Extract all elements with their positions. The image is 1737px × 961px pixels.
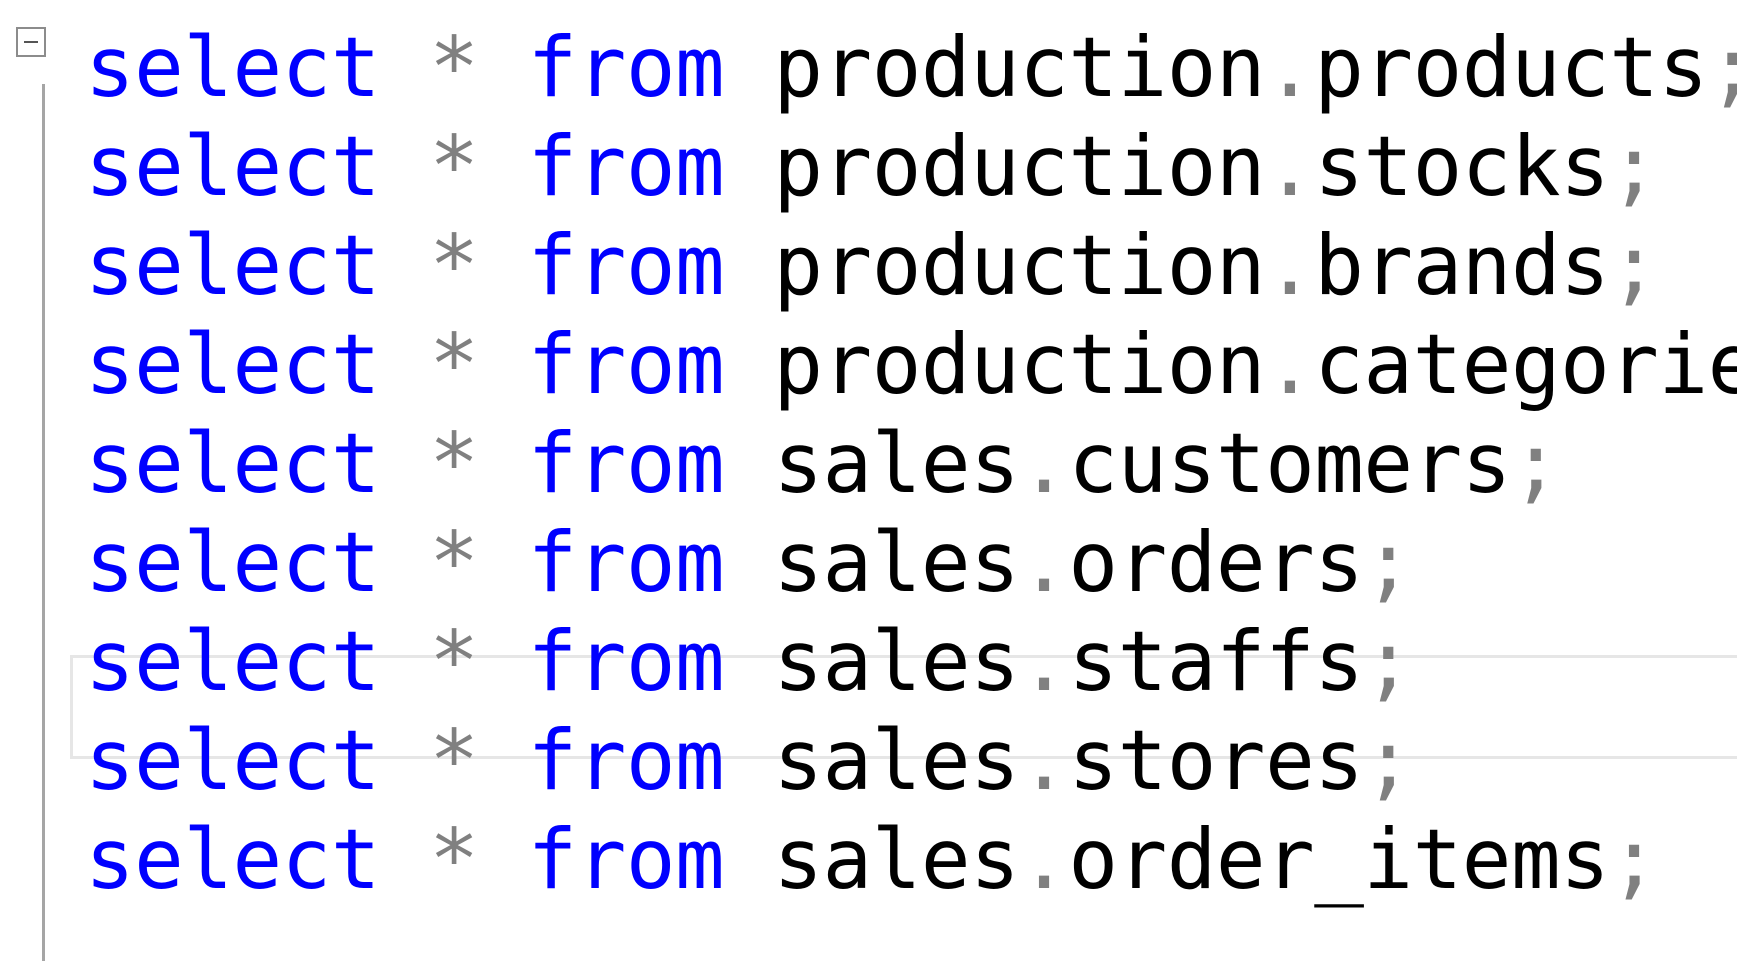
- sql-code-editor[interactable]: select * from production.products;select…: [0, 0, 1737, 961]
- code-line[interactable]: select * from sales.customers;: [85, 409, 1561, 519]
- table-name: sales.stores: [773, 713, 1364, 809]
- code-line[interactable]: select * from sales.stores;: [85, 706, 1413, 816]
- statement-terminator: ;: [1363, 713, 1413, 809]
- code-line[interactable]: select * from production.categories;: [85, 310, 1737, 420]
- outline-gutter-line: [42, 84, 45, 961]
- statement-terminator: ;: [1363, 614, 1413, 710]
- star-operator: *: [429, 614, 479, 710]
- select-keyword: select: [85, 218, 381, 314]
- code-line[interactable]: select * from production.stocks;: [85, 112, 1659, 222]
- statement-terminator: ;: [1708, 20, 1737, 116]
- select-keyword: select: [85, 317, 381, 413]
- star-operator: *: [429, 317, 479, 413]
- code-line[interactable]: select * from production.products;: [85, 13, 1737, 123]
- select-keyword: select: [85, 119, 381, 215]
- statement-terminator: ;: [1363, 515, 1413, 611]
- from-keyword: from: [527, 713, 725, 809]
- star-operator: *: [429, 119, 479, 215]
- star-operator: *: [429, 515, 479, 611]
- table-name: production.stocks: [773, 119, 1610, 215]
- code-line[interactable]: select * from sales.order_items;: [85, 805, 1659, 915]
- statement-terminator: ;: [1510, 416, 1561, 512]
- code-line[interactable]: select * from sales.orders;: [85, 508, 1413, 618]
- from-keyword: from: [527, 416, 725, 512]
- select-keyword: select: [85, 812, 381, 908]
- table-name: sales.customers: [773, 416, 1511, 512]
- from-keyword: from: [527, 614, 725, 710]
- from-keyword: from: [527, 317, 725, 413]
- statement-terminator: ;: [1609, 218, 1659, 314]
- from-keyword: from: [527, 218, 725, 314]
- table-name: sales.orders: [773, 515, 1364, 611]
- from-keyword: from: [527, 812, 725, 908]
- star-operator: *: [429, 20, 479, 116]
- code-line[interactable]: select * from sales.staffs;: [85, 607, 1413, 717]
- table-name: production.products: [773, 20, 1708, 116]
- from-keyword: from: [527, 515, 725, 611]
- statement-terminator: ;: [1609, 812, 1659, 908]
- from-keyword: from: [527, 119, 725, 215]
- table-name: sales.order_items: [773, 812, 1610, 908]
- code-line[interactable]: select * from production.brands;: [85, 211, 1659, 321]
- collapse-minus-icon[interactable]: [16, 27, 46, 57]
- select-keyword: select: [85, 416, 381, 512]
- table-name: sales.staffs: [773, 614, 1364, 710]
- select-keyword: select: [85, 515, 381, 611]
- select-keyword: select: [85, 20, 381, 116]
- star-operator: *: [429, 416, 479, 512]
- select-keyword: select: [85, 713, 381, 809]
- from-keyword: from: [527, 20, 725, 116]
- statement-terminator: ;: [1609, 119, 1659, 215]
- table-name: production.categories: [773, 317, 1737, 413]
- star-operator: *: [429, 218, 479, 314]
- table-name: production.brands: [773, 218, 1610, 314]
- star-operator: *: [429, 713, 479, 809]
- select-keyword: select: [85, 614, 381, 710]
- star-operator: *: [429, 812, 479, 908]
